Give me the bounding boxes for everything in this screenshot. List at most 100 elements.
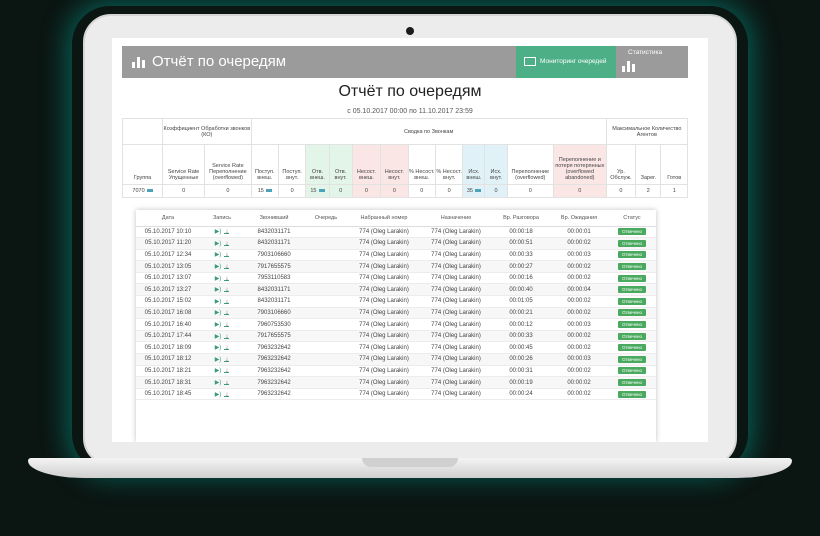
group-header-empty bbox=[121, 118, 164, 145]
play-audio-icon[interactable]: ▶) bbox=[215, 310, 222, 316]
status-cell: Отвечено bbox=[608, 226, 656, 239]
calls-col-header: Вр. Разговора bbox=[492, 210, 550, 227]
call-row[interactable]: 05.10.2017 12:34 ▶) ↓ 7903106660 774 (Oleg L… bbox=[136, 249, 656, 262]
status-badge: Отвечено bbox=[617, 251, 647, 259]
call-row[interactable]: 05.10.2017 16:40 ▶) ↓ 7960753530 774 (Oleg L… bbox=[136, 318, 656, 331]
calls-col-header: Вр. Ожидания bbox=[550, 210, 608, 227]
caller-number: 7963232642 bbox=[244, 376, 304, 389]
recording-cell: ▶) ↓ bbox=[200, 249, 244, 262]
col-header: Отв. внеш. bbox=[305, 144, 330, 185]
recording-cell: ▶) ↓ bbox=[200, 260, 244, 273]
play-audio-icon[interactable]: ▶) bbox=[215, 392, 222, 398]
play-audio-icon[interactable]: ▶) bbox=[215, 287, 222, 293]
recording-cell: ▶) ↓ bbox=[200, 353, 244, 366]
call-date: 05.10.2017 16:40 bbox=[136, 318, 200, 331]
talk-time: 00:00:21 bbox=[492, 307, 550, 320]
play-audio-icon[interactable]: ▶) bbox=[215, 241, 222, 247]
call-row[interactable]: 05.10.2017 17:44 ▶) ↓ 7917655575 774 (Oleg L… bbox=[136, 330, 656, 343]
destination: 774 (Oleg Larakin) bbox=[420, 376, 492, 389]
wait-time: 00:00:02 bbox=[550, 237, 608, 250]
download-icon[interactable]: ↓ bbox=[224, 276, 230, 282]
download-icon[interactable]: ↓ bbox=[224, 322, 230, 328]
call-row[interactable]: 05.10.2017 11:20 ▶) ↓ 8432031171 774 (Oleg L… bbox=[136, 237, 656, 250]
call-row[interactable]: 05.10.2017 18:09 ▶) ↓ 7963232642 774 (Oleg L… bbox=[136, 341, 656, 355]
call-row[interactable]: 05.10.2017 13:05 ▶) ↓ 7917655575 774 (Oleg L… bbox=[136, 260, 656, 273]
download-icon[interactable]: ↓ bbox=[224, 392, 230, 398]
download-icon[interactable]: ↓ bbox=[224, 310, 230, 316]
play-audio-icon[interactable]: ▶) bbox=[215, 322, 222, 328]
play-audio-icon[interactable]: ▶) bbox=[215, 334, 222, 340]
download-icon[interactable]: ↓ bbox=[224, 368, 230, 374]
expand-icon bbox=[265, 189, 272, 193]
col-header: Service Rate Переполнение (overflowed) bbox=[204, 144, 252, 185]
status-badge: Отвечено bbox=[617, 297, 647, 305]
recording-cell: ▶) ↓ bbox=[200, 272, 244, 285]
status-badge: Отвечено bbox=[617, 309, 647, 317]
play-audio-icon[interactable]: ▶) bbox=[215, 229, 222, 235]
calls-col-header: Запись bbox=[200, 210, 244, 227]
queue-cell bbox=[304, 318, 348, 331]
call-row[interactable]: 05.10.2017 10:10 ▶) ↓ 8432031171 774 (Oleg L… bbox=[136, 226, 656, 239]
call-row[interactable]: 05.10.2017 18:12 ▶) ↓ 7963232642 774 (Oleg L… bbox=[136, 353, 656, 366]
statistics-button[interactable]: Статистика bbox=[616, 46, 688, 78]
top-bar: Отчёт по очередям Мониторинг очередей Ст… bbox=[122, 46, 688, 78]
call-row[interactable]: 05.10.2017 13:27 ▶) ↓ 8432031171 774 (Oleg L… bbox=[136, 283, 656, 297]
status-cell: Отвечено bbox=[608, 341, 656, 355]
talk-time: 00:00:27 bbox=[492, 260, 550, 273]
caller-number: 8432031171 bbox=[244, 237, 304, 250]
download-icon[interactable]: ↓ bbox=[224, 264, 230, 270]
download-icon[interactable]: ↓ bbox=[224, 241, 230, 247]
calls-col-header: Звонивший bbox=[244, 210, 304, 227]
destination: 774 (Oleg Larakin) bbox=[420, 283, 492, 297]
queue-cell bbox=[304, 237, 348, 250]
caller-number: 7963232642 bbox=[244, 365, 304, 378]
status-cell: Отвечено bbox=[608, 388, 656, 401]
call-row[interactable]: 05.10.2017 18:45 ▶) ↓ 7963232642 774 (Oleg L… bbox=[136, 388, 656, 401]
call-row[interactable]: 05.10.2017 18:21 ▶) ↓ 7963232642 774 (Oleg L… bbox=[136, 365, 656, 378]
summary-cell: 0 bbox=[434, 184, 464, 198]
download-icon[interactable]: ↓ bbox=[224, 380, 230, 386]
queue-cell bbox=[304, 341, 348, 355]
play-audio-icon[interactable]: ▶) bbox=[215, 299, 222, 305]
status-badge: Отвечено bbox=[617, 367, 647, 375]
play-audio-icon[interactable]: ▶) bbox=[215, 252, 222, 258]
recording-cell: ▶) ↓ bbox=[200, 318, 244, 331]
monitoring-button[interactable]: Мониторинг очередей bbox=[516, 46, 616, 78]
play-audio-icon[interactable]: ▶) bbox=[215, 357, 222, 363]
status-badge: Отвечено bbox=[617, 379, 647, 387]
play-audio-icon[interactable]: ▶) bbox=[215, 276, 222, 282]
summary-cell: 0 bbox=[407, 184, 436, 198]
summary-cell: 0 bbox=[552, 184, 607, 198]
download-icon[interactable]: ↓ bbox=[224, 334, 230, 340]
col-header: Готов bbox=[660, 144, 688, 185]
call-row[interactable]: 05.10.2017 13:07 ▶) ↓ 7953110583 774 (Oleg L… bbox=[136, 272, 656, 285]
download-icon[interactable]: ↓ bbox=[224, 229, 230, 235]
download-icon[interactable]: ↓ bbox=[224, 299, 230, 305]
talk-time: 00:00:45 bbox=[492, 341, 550, 355]
status-badge: Отвечено bbox=[617, 239, 647, 247]
play-audio-icon[interactable]: ▶) bbox=[215, 368, 222, 374]
call-row[interactable]: 05.10.2017 16:08 ▶) ↓ 7903106660 774 (Oleg L… bbox=[136, 307, 656, 320]
download-icon[interactable]: ↓ bbox=[224, 252, 230, 258]
play-audio-icon[interactable]: ▶) bbox=[215, 345, 222, 351]
talk-time: 00:00:12 bbox=[492, 318, 550, 331]
download-icon[interactable]: ↓ bbox=[224, 287, 230, 293]
expand-icon bbox=[318, 189, 325, 193]
dialed-number: 774 (Oleg Larakin) bbox=[348, 388, 420, 401]
queue-cell bbox=[304, 307, 348, 320]
call-row[interactable]: 05.10.2017 15:02 ▶) ↓ 8432031171 774 (Oleg L… bbox=[136, 295, 656, 308]
recording-cell: ▶) ↓ bbox=[200, 226, 244, 239]
download-icon[interactable]: ↓ bbox=[224, 357, 230, 363]
call-row[interactable]: 05.10.2017 18:31 ▶) ↓ 7963232642 774 (Oleg L… bbox=[136, 376, 656, 389]
destination: 774 (Oleg Larakin) bbox=[420, 249, 492, 262]
dialed-number: 774 (Oleg Larakin) bbox=[348, 295, 420, 308]
call-date: 05.10.2017 11:20 bbox=[136, 237, 200, 250]
summary-row[interactable]: 7070 0 0 15 0 15 0 0 0 0 0 35 0 0 0 0 2 … bbox=[121, 184, 688, 198]
wait-time: 00:00:02 bbox=[550, 330, 608, 343]
summary-cell: 0 bbox=[605, 184, 637, 198]
download-icon[interactable]: ↓ bbox=[224, 345, 230, 351]
status-badge: Отвечено bbox=[617, 286, 647, 294]
play-audio-icon[interactable]: ▶) bbox=[215, 380, 222, 386]
play-audio-icon[interactable]: ▶) bbox=[215, 264, 222, 270]
talk-time: 00:00:33 bbox=[492, 330, 550, 343]
